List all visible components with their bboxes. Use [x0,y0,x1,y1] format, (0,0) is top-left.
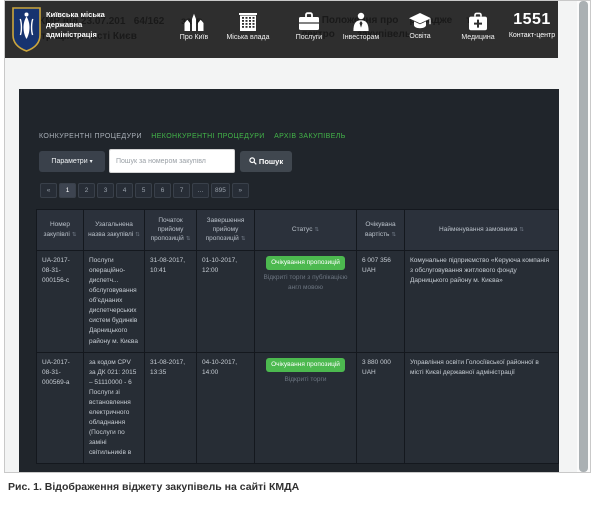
pagination-page-5[interactable]: 5 [135,183,152,198]
tab-competitive-procedures[interactable]: КОНКУРЕНТНІ ПРОЦЕДУРИ [39,133,142,140]
pagination-page-3[interactable]: 3 [97,183,114,198]
parameters-button[interactable]: Параметри ▾ [39,151,105,172]
church-icon [165,12,223,31]
nav-item-pro-kyiv[interactable]: Про Київ [165,12,223,41]
tender-number: UA-2017-08-31-000156-c [37,251,84,353]
status-badge: Очікування пропозицій [266,256,345,270]
sort-icon: ⇅ [135,232,140,238]
tender-name: за кодом CPV за ДК 021: 2015 – 51110000 … [84,352,145,464]
sort-icon: ⇅ [391,232,396,238]
tender-end: 04-10-2017, 14:00 [197,352,255,464]
sort-icon: ⇅ [72,232,77,238]
nav-item-label: Міська влада [219,34,277,41]
kmda-site-screenshot: КМР від 23.07.201 64/162 затв трацію в м… [4,0,591,473]
tender-name: Послуги операційно-диспетч... обслуговув… [84,251,145,353]
nav-item-investoram[interactable]: Інвесторам [332,12,390,41]
kyiv-coat-of-arms-logo[interactable] [12,7,41,57]
table-header-row: Номер закупівлі⇅ Узагальнена назва закуп… [37,210,559,251]
pagination-page-2[interactable]: 2 [78,183,95,198]
pagination-prev[interactable]: « [40,183,57,198]
scrollbar-thumb[interactable] [579,1,588,472]
pagination: « 1 2 3 4 5 6 7 … 895 » [40,183,249,198]
nav-item-label: Освіта [391,33,449,40]
contact-center-number: 1551 [499,10,565,29]
column-header-end[interactable]: Завершення прийому пропозицій⇅ [197,210,255,251]
column-header-customer[interactable]: Найменування замовника⇅ [405,210,559,251]
nav-item-poslugy[interactable]: Послуги [280,12,338,41]
column-header-status[interactable]: Статус⇅ [255,210,357,251]
table-row[interactable]: UA-2017-08-31-000569-a за кодом CPV за Д… [37,352,559,464]
tender-start: 31-08-2017, 10:41 [145,251,197,353]
tender-number: UA-2017-08-31-000569-a [37,352,84,464]
nav-item-label: Про Київ [165,34,223,41]
sort-icon: ⇅ [314,227,319,233]
procurement-widget: КОНКУРЕНТНІ ПРОЦЕДУРИ НЕКОНКУРЕНТНІ ПРОЦ… [19,89,559,473]
tender-customer: Комунальне підприємство «Керуюча компані… [405,251,559,353]
pagination-next[interactable]: » [232,183,249,198]
sort-icon: ⇅ [241,236,246,242]
tab-noncompetitive-procedures[interactable]: НЕКОНКУРЕНТНІ ПРОЦЕДУРИ [151,133,264,140]
column-header-name[interactable]: Узагальнена назва закупівлі⇅ [84,210,145,251]
table-row[interactable]: UA-2017-08-31-000156-c Послуги операційн… [37,251,559,353]
tender-customer: Управління освіти Голосіївської районної… [405,352,559,464]
pagination-ellipsis[interactable]: … [192,183,209,198]
tab-procurement-archive[interactable]: АРХІВ ЗАКУПІВЕЛЬ [274,133,346,140]
tender-start: 31-08-2017, 13:35 [145,352,197,464]
contact-center[interactable]: 1551 Контакт-центр [499,10,565,39]
sort-icon: ⇅ [186,236,191,242]
search-input[interactable] [109,149,235,173]
site-title: Київська міська державна адміністрація [46,10,134,40]
nav-item-miska-vlada[interactable]: Міська влада [219,12,277,41]
city-building-icon [219,12,277,31]
tender-expected-value: 6 007 356 UAH [357,251,405,353]
tender-status: Очікування пропозицій Відкриті торги [255,352,357,464]
procedure-tabs: КОНКУРЕНТНІ ПРОЦЕДУРИ НЕКОНКУРЕНТНІ ПРОЦ… [39,133,353,140]
pagination-page-895[interactable]: 895 [211,183,230,198]
contact-center-label: Контакт-центр [499,32,565,39]
site-header: КМР від 23.07.201 64/162 затв трацію в м… [5,1,558,58]
tender-status: Очікування пропозицій Відкриті торги з п… [255,251,357,353]
status-note: Відкриті торги з публікацією англ мовою [260,273,351,293]
status-note: Відкриті торги [260,375,351,385]
briefcase-icon [280,12,338,31]
investor-person-icon [332,12,390,31]
column-header-expected-value[interactable]: Очікувана вартість⇅ [357,210,405,251]
sort-icon: ⇅ [519,227,524,233]
status-badge: Очікування пропозицій [266,358,345,372]
graduation-cap-icon [391,12,449,30]
pagination-page-4[interactable]: 4 [116,183,133,198]
column-header-number[interactable]: Номер закупівлі⇅ [37,210,84,251]
search-icon [249,157,257,165]
figure-caption: Рис. 1. Відображення віджету закупівель … [8,481,299,493]
nav-item-label: Послуги [280,34,338,41]
nav-item-osvita[interactable]: Освіта [391,12,449,40]
procurement-table: Номер закупівлі⇅ Узагальнена назва закуп… [36,209,559,464]
search-controls: Параметри ▾ Пошук [39,148,339,174]
chevron-down-icon: ▾ [90,159,93,165]
browser-scrollbar [577,1,590,472]
pagination-page-1[interactable]: 1 [59,183,76,198]
pagination-page-7[interactable]: 7 [173,183,190,198]
tender-end: 01-10-2017, 12:00 [197,251,255,353]
pagination-page-6[interactable]: 6 [154,183,171,198]
column-header-start[interactable]: Початок прийому пропозицій⇅ [145,210,197,251]
tender-expected-value: 3 880 000 UAH [357,352,405,464]
search-button[interactable]: Пошук [240,151,292,172]
nav-item-label: Інвесторам [332,34,390,41]
